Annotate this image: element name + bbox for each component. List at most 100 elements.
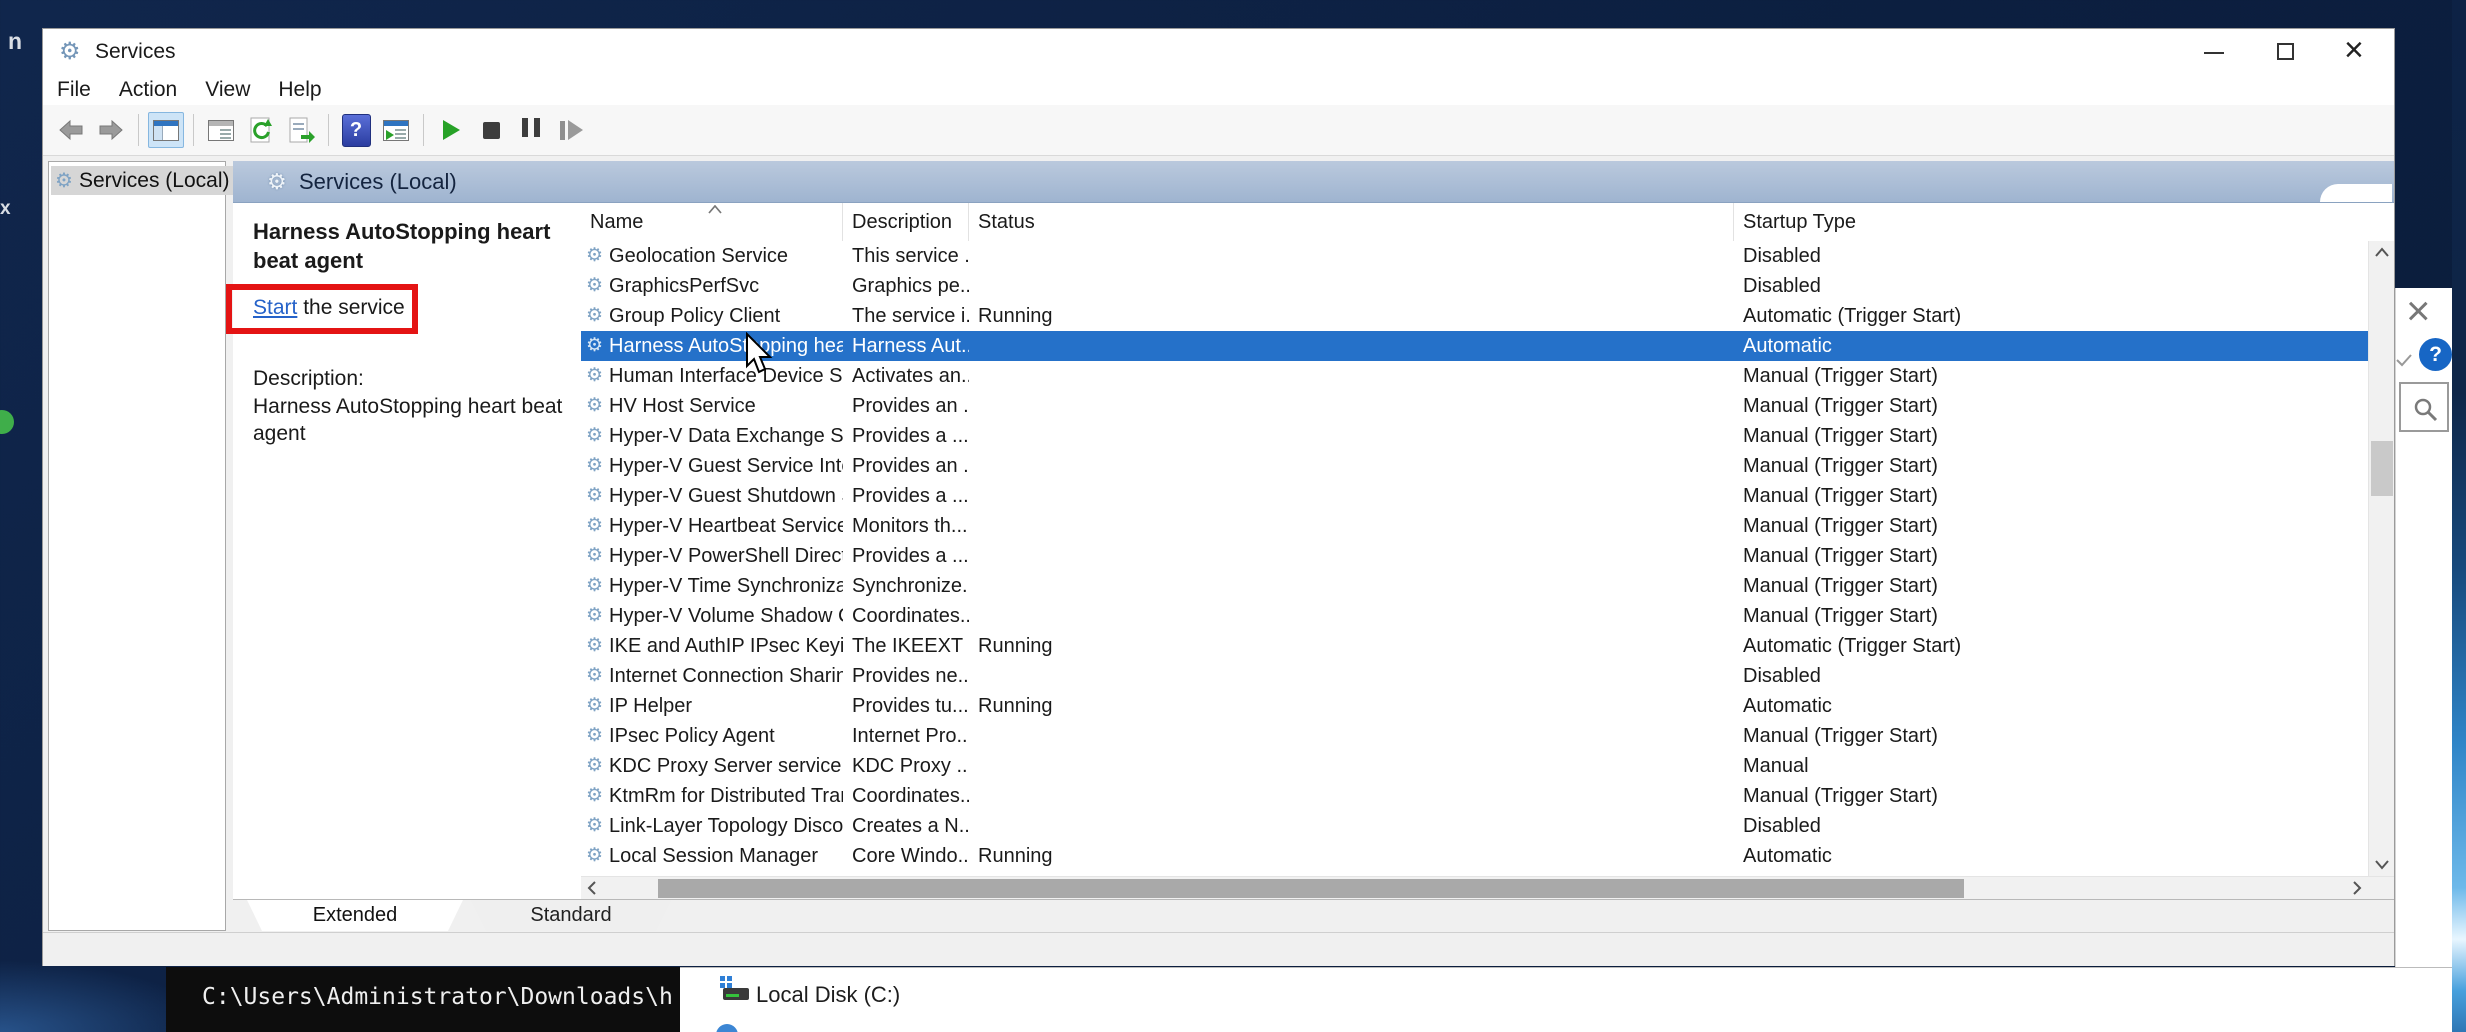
toolbar-separator	[138, 114, 139, 146]
explorer-flyout[interactable]: Local Disk (C:)	[680, 967, 2452, 1032]
service-row[interactable]: ⚙GraphicsPerfSvc Graphics pe... Disabled	[581, 271, 2368, 301]
scroll-right-icon[interactable]	[2352, 880, 2362, 896]
service-startup-type: Manual (Trigger Start)	[1734, 451, 2368, 481]
tree-item-services-local[interactable]: ⚙ Services (Local)	[51, 166, 238, 195]
restart-service-button[interactable]	[553, 112, 589, 148]
service-description: Activates an...	[843, 361, 969, 391]
service-startup-type: Manual (Trigger Start)	[1734, 421, 2368, 451]
service-name: Hyper-V PowerShell Direct ...	[609, 541, 843, 571]
service-row[interactable]: ⚙KtmRm for Distributed Tran... Coordinat…	[581, 781, 2368, 811]
service-row[interactable]: ⚙Hyper-V Time Synchronizati... Synchroni…	[581, 571, 2368, 601]
horizontal-scrollbar[interactable]	[581, 876, 2394, 899]
service-description: Coordinates...	[843, 781, 969, 811]
annotation-rectangle	[226, 284, 418, 334]
minimize-button[interactable]	[2178, 29, 2250, 75]
vertical-scrollbar[interactable]	[2368, 241, 2394, 876]
service-name: Hyper-V Heartbeat Service	[609, 511, 843, 541]
close-icon[interactable]: ×	[2406, 288, 2431, 334]
service-status	[969, 391, 1734, 421]
service-gear-icon: ⚙	[586, 751, 603, 781]
service-gear-icon: ⚙	[586, 721, 603, 751]
help-button[interactable]: ?	[338, 112, 374, 148]
menu-bar: File Action View Help	[43, 75, 2394, 105]
service-row[interactable]: ⚙Hyper-V Heartbeat Service Monitors th..…	[581, 511, 2368, 541]
back-button[interactable]	[53, 112, 89, 148]
scroll-up-icon[interactable]	[2374, 247, 2390, 257]
service-row[interactable]: ⚙IP Helper Provides tu... Running Automa…	[581, 691, 2368, 721]
service-startup-type: Manual (Trigger Start)	[1734, 361, 2368, 391]
column-header-status[interactable]: Status	[969, 203, 1734, 241]
service-gear-icon: ⚙	[586, 781, 603, 811]
forward-arrow-icon	[98, 117, 124, 143]
menu-view[interactable]: View	[191, 78, 264, 102]
service-startup-type: Manual (Trigger Start)	[1734, 541, 2368, 571]
service-startup-type: Disabled	[1734, 241, 2368, 271]
menu-action[interactable]: Action	[105, 78, 191, 102]
column-header-name[interactable]: Name	[581, 203, 843, 241]
service-row[interactable]: ⚙Hyper-V Volume Shadow C... Coordinates.…	[581, 601, 2368, 631]
minimize-icon	[2204, 52, 2224, 54]
service-gear-icon: ⚙	[586, 481, 603, 511]
menu-file[interactable]: File	[43, 78, 105, 102]
tab-extended[interactable]: Extended	[247, 900, 463, 931]
service-row[interactable]: ⚙Human Interface Device Ser... Activates…	[581, 361, 2368, 391]
service-description: This service ...	[843, 241, 969, 271]
service-status	[969, 601, 1734, 631]
service-row[interactable]: ⚙Hyper-V Guest Service Inter... Provides…	[581, 451, 2368, 481]
service-row[interactable]: ⚙Hyper-V Data Exchange Ser... Provides a…	[581, 421, 2368, 451]
vertical-scroll-thumb[interactable]	[2371, 441, 2393, 496]
start-service-button[interactable]	[433, 112, 469, 148]
service-row[interactable]: ⚙HV Host Service Provides an ... Manual …	[581, 391, 2368, 421]
help-icon[interactable]: ?	[2419, 338, 2452, 371]
service-name: IPsec Policy Agent	[609, 721, 775, 751]
service-row[interactable]: ⚙IPsec Policy Agent Internet Pro... Manu…	[581, 721, 2368, 751]
forward-button[interactable]	[93, 112, 129, 148]
close-button[interactable]: ×	[2322, 29, 2394, 75]
terminal-window[interactable]: C:\Users\Administrator\Downloads\harn	[166, 967, 680, 1032]
service-name: Hyper-V Guest Service Inter...	[609, 451, 843, 481]
stop-service-button[interactable]	[473, 112, 509, 148]
service-row[interactable]: ⚙Geolocation Service This service ... Di…	[581, 241, 2368, 271]
refresh-button[interactable]	[243, 112, 279, 148]
service-row[interactable]: ⚙Local Session Manager Core Windo... Run…	[581, 841, 2368, 871]
pause-service-button[interactable]	[513, 112, 549, 148]
service-row[interactable]: ⚙Harness AutoStopping hear... Harness Au…	[581, 331, 2368, 361]
maximize-button[interactable]	[2250, 29, 2322, 75]
tab-standard[interactable]: Standard	[471, 900, 671, 931]
horizontal-scroll-thumb[interactable]	[658, 879, 1964, 898]
search-button[interactable]	[2399, 382, 2449, 432]
service-gear-icon: ⚙	[586, 511, 603, 541]
service-name: KtmRm for Distributed Tran...	[609, 781, 843, 811]
service-description: Provides tu...	[843, 691, 969, 721]
column-header-description[interactable]: Description	[843, 203, 969, 241]
extended-view-button[interactable]	[378, 112, 414, 148]
drive-label[interactable]: Local Disk (C:)	[756, 982, 900, 1008]
service-row[interactable]: ⚙IKE and AuthIP IPsec Keying... The IKEE…	[581, 631, 2368, 661]
column-header-startup-type[interactable]: Startup Type	[1734, 203, 2368, 241]
service-name: IKE and AuthIP IPsec Keying...	[609, 631, 843, 661]
service-name: Local Session Manager	[609, 841, 818, 871]
service-status	[969, 511, 1734, 541]
toolbar-separator	[193, 114, 194, 146]
pane-banner: ⚙ Services (Local)	[233, 161, 2394, 203]
partial-drive-icon	[716, 1024, 738, 1032]
show-console-tree-button[interactable]	[148, 112, 184, 148]
service-row[interactable]: ⚙Group Policy Client The service i... Ru…	[581, 301, 2368, 331]
properties-button[interactable]	[203, 112, 239, 148]
scroll-down-icon[interactable]	[2374, 860, 2390, 870]
service-row[interactable]: ⚙Link-Layer Topology Discov... Creates a…	[581, 811, 2368, 841]
export-list-button[interactable]	[283, 112, 319, 148]
title-bar[interactable]: ⚙ Services ×	[43, 29, 2394, 75]
service-row[interactable]: ⚙Internet Connection Sharin... Provides …	[581, 661, 2368, 691]
menu-help[interactable]: Help	[264, 78, 335, 102]
background-window-edge[interactable]: × ?	[2395, 288, 2452, 1032]
scroll-left-icon[interactable]	[587, 880, 597, 896]
services-window: ⚙ Services × File Action View Help	[42, 28, 2395, 966]
service-row[interactable]: ⚙Hyper-V PowerShell Direct ... Provides …	[581, 541, 2368, 571]
service-row[interactable]: ⚙KDC Proxy Server service (K... KDC Prox…	[581, 751, 2368, 781]
service-name: Geolocation Service	[609, 241, 788, 271]
service-description: Provides a ...	[843, 481, 969, 511]
service-name: Hyper-V Guest Shutdown S...	[609, 481, 843, 511]
service-status	[969, 331, 1734, 361]
service-row[interactable]: ⚙Hyper-V Guest Shutdown S... Provides a …	[581, 481, 2368, 511]
